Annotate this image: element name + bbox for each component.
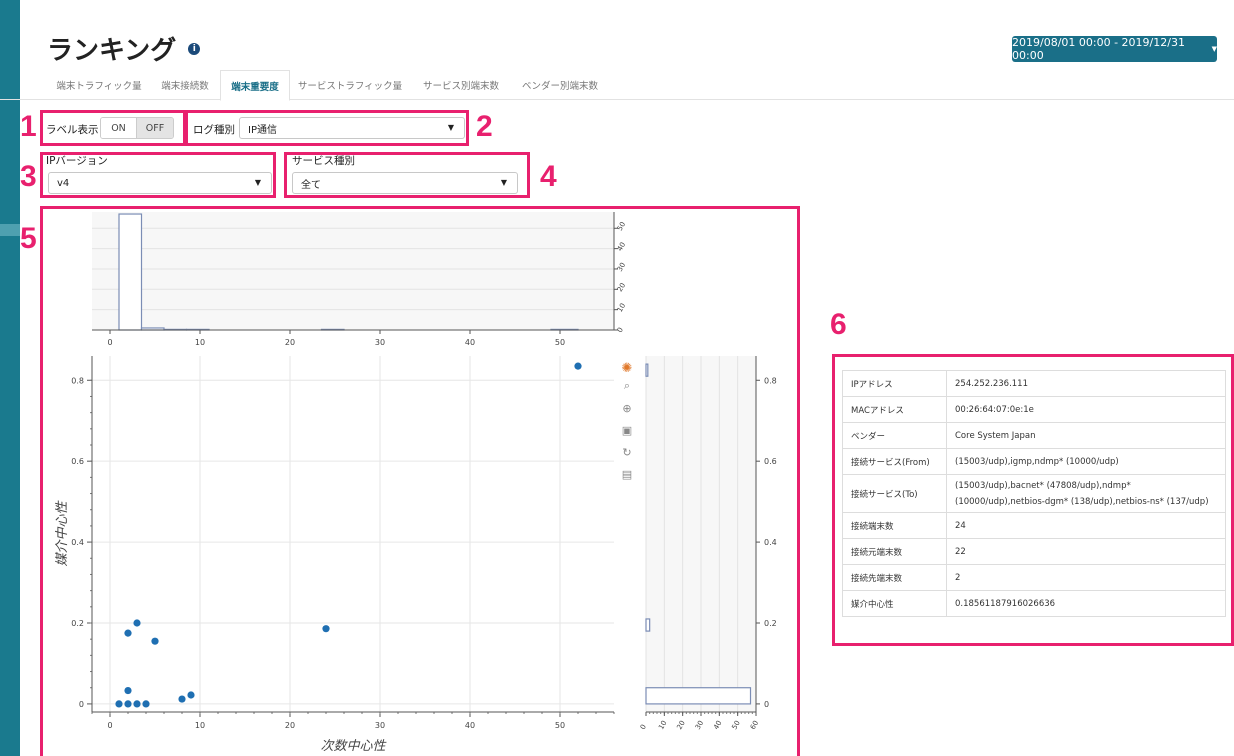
pan-icon[interactable]: ⊕ — [619, 400, 635, 416]
x-tick-label: 0 — [107, 721, 112, 730]
detail-value: 2 — [946, 564, 1226, 591]
device-detail-table: IPアドレス 254.252.236.111 MACアドレス 00:26:64:07:… — [842, 370, 1226, 617]
right-histogram-bar — [645, 618, 651, 632]
detail-key: 接続先端末数 — [842, 564, 947, 591]
rhist-x-tick-label: 60 — [749, 719, 760, 731]
detail-row: 接続先端末数 2 — [842, 564, 1226, 591]
detail-value: 00:26:64:07:0e:1e — [946, 396, 1226, 423]
data-point — [124, 686, 132, 695]
data-point — [124, 629, 132, 637]
right-histogram-bar — [645, 363, 649, 377]
data-point — [133, 700, 141, 708]
detail-value: 254.252.236.111 — [946, 370, 1226, 397]
hist-x-tick-label: 10 — [195, 338, 205, 347]
detail-key: 接続端末数 — [842, 512, 947, 539]
top-histogram-bar — [118, 213, 143, 331]
detail-key: 接続サービス(To) — [842, 474, 947, 513]
y-tick-label: 0.4 — [71, 538, 84, 547]
top-histogram-background — [92, 212, 614, 330]
x-tick-label: 10 — [195, 721, 205, 730]
rhist-x-tick-label: 10 — [657, 719, 668, 731]
hist-x-tick-label: 40 — [465, 338, 475, 347]
hist-y-tick-label: 20 — [616, 282, 627, 294]
rhist-x-tick-label: 30 — [694, 719, 705, 731]
detail-row: 接続端末数 24 — [842, 512, 1226, 539]
bokeh-logo-icon[interactable]: ✺ — [619, 360, 635, 376]
hist-y-tick-label: 50 — [616, 221, 627, 233]
detail-key: 接続サービス(From) — [842, 448, 947, 475]
hist-y-tick-label: 40 — [616, 241, 627, 253]
detail-key: ベンダー — [842, 422, 947, 449]
y-tick-label: 0.8 — [71, 376, 84, 385]
detail-row: MACアドレス 00:26:64:07:0e:1e — [842, 396, 1226, 423]
reset-icon[interactable]: ↻ — [619, 444, 635, 460]
y-tick-label: 0.6 — [71, 457, 84, 466]
y-axis-label: 媒介中心性 — [54, 500, 70, 567]
x-tick-label: 30 — [375, 721, 385, 730]
data-point — [574, 362, 582, 370]
detail-value: (15003/udp),bacnet* (47808/udp),ndmp* (1… — [946, 474, 1226, 513]
hist-y-tick-label: 0 — [616, 326, 625, 334]
rhist-y-tick-label: 0.8 — [764, 376, 777, 385]
rhist-x-tick-label: 0 — [639, 723, 648, 731]
data-point — [322, 625, 330, 633]
detail-row: 接続サービス(From) (15003/udp),igmp,ndmp* (1000… — [842, 448, 1226, 475]
data-point — [124, 700, 132, 708]
rhist-y-tick-label: 0.2 — [764, 619, 777, 628]
save-icon[interactable]: ▣ — [619, 422, 635, 438]
detail-value: (15003/udp),igmp,ndmp* (10000/udp) — [946, 448, 1226, 475]
hist-y-tick-label: 30 — [616, 261, 627, 273]
annotation-6: 6 — [830, 308, 847, 341]
x-tick-label: 50 — [555, 721, 565, 730]
detail-row: IPアドレス 254.252.236.111 — [842, 370, 1226, 397]
rhist-x-tick-label: 20 — [675, 719, 686, 731]
data-point — [115, 700, 123, 708]
detail-key: IPアドレス — [842, 370, 947, 397]
x-tick-label: 20 — [285, 721, 295, 730]
data-point — [133, 619, 141, 627]
data-point — [151, 637, 159, 645]
detail-row: 媒介中心性 0.18561187916026636 — [842, 590, 1226, 617]
rhist-y-tick-label: 0.4 — [764, 538, 777, 547]
y-tick-label: 0.2 — [71, 619, 84, 628]
detail-row: 接続サービス(To) (15003/udp),bacnet* (47808/udp… — [842, 474, 1226, 513]
data-point — [178, 695, 186, 703]
hist-y-tick-label: 10 — [616, 302, 627, 314]
hist-x-tick-label: 0 — [107, 338, 112, 347]
y-tick-label: 0 — [79, 700, 84, 709]
detail-value: 22 — [946, 538, 1226, 565]
detail-value: 0.18561187916026636 — [946, 590, 1226, 617]
detail-key: 媒介中心性 — [842, 590, 947, 617]
rhist-x-tick-label: 40 — [712, 719, 723, 731]
data-point — [187, 691, 195, 699]
detail-value: Core System Japan — [946, 422, 1226, 449]
hist-x-tick-label: 50 — [555, 338, 565, 347]
detail-key: MACアドレス — [842, 396, 947, 423]
data-point — [142, 700, 150, 708]
hist-x-tick-label: 20 — [285, 338, 295, 347]
detail-value: 24 — [946, 512, 1226, 539]
x-axis-label: 次数中心性 — [320, 739, 387, 754]
box-zoom-icon[interactable]: ⌕ — [619, 378, 635, 394]
detail-row: ベンダー Core System Japan — [842, 422, 1226, 449]
rhist-x-tick-label: 50 — [730, 719, 741, 731]
hist-x-tick-label: 30 — [375, 338, 385, 347]
rhist-y-tick-label: 0.6 — [764, 457, 777, 466]
rhist-y-tick-label: 0 — [764, 700, 769, 709]
right-histogram-bar — [645, 687, 752, 705]
hover-icon[interactable]: ▤ — [619, 466, 635, 482]
detail-key: 接続元端末数 — [842, 538, 947, 565]
x-tick-label: 40 — [465, 721, 475, 730]
detail-row: 接続元端末数 22 — [842, 538, 1226, 565]
